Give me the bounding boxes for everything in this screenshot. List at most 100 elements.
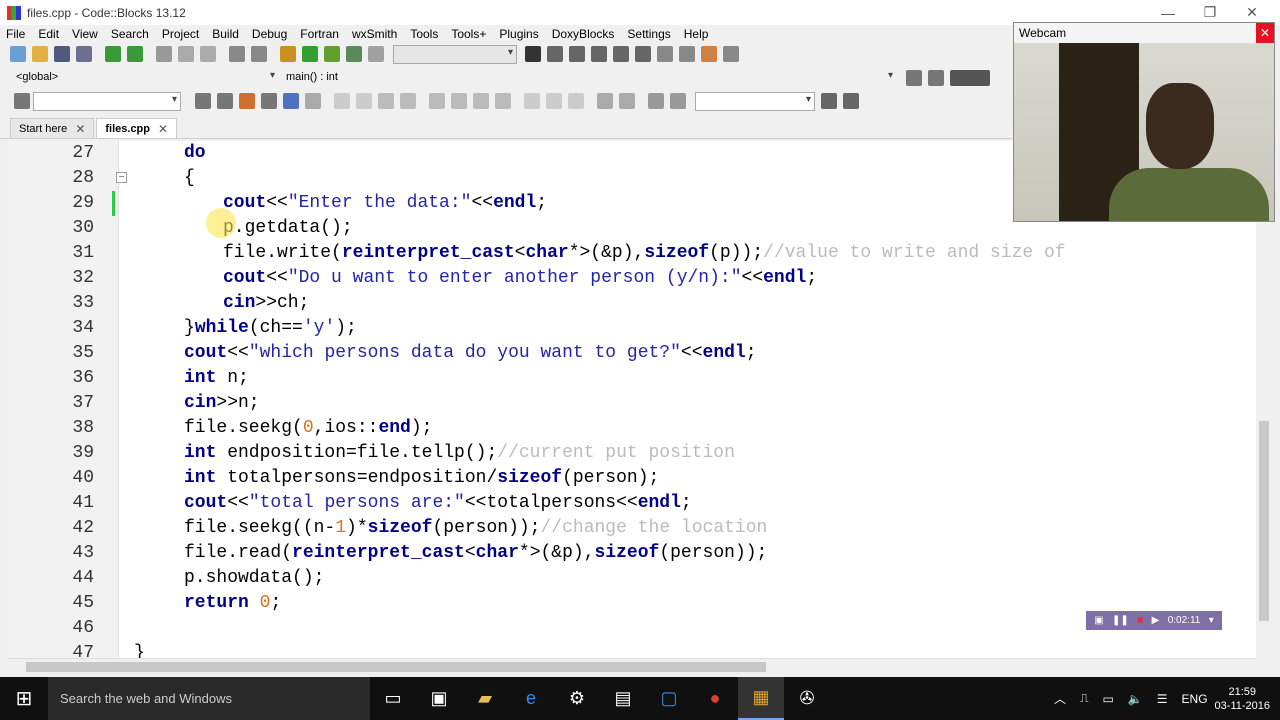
- quick-search-input[interactable]: [33, 91, 181, 111]
- code-line[interactable]: 45 return 0;: [8, 591, 1272, 616]
- recorder-icon[interactable]: ▣: [1094, 615, 1103, 626]
- symbol-search-input[interactable]: [695, 91, 815, 111]
- fold-toggle-icon[interactable]: −: [116, 172, 127, 183]
- stop-icon[interactable]: ■: [1137, 615, 1143, 626]
- edge-icon[interactable]: e: [508, 677, 554, 720]
- align-left-icon[interactable]: [429, 93, 445, 109]
- menu-debug[interactable]: Debug: [252, 27, 287, 41]
- app-icon[interactable]: ⚙: [554, 677, 600, 720]
- text-icon[interactable]: [283, 93, 299, 109]
- tab-close-icon[interactable]: ✕: [158, 122, 168, 136]
- horizontal-scroll-thumb[interactable]: [26, 662, 766, 672]
- code-line[interactable]: 44 p.showdata();: [8, 566, 1272, 591]
- save-icon[interactable]: [54, 46, 70, 62]
- code-line[interactable]: 37 cin>>n;: [8, 391, 1272, 416]
- code-line[interactable]: 33 cin>>ch;: [8, 291, 1272, 316]
- code-line[interactable]: 35 cout<<"which persons data do you want …: [8, 341, 1272, 366]
- forward-icon[interactable]: [217, 93, 233, 109]
- tab-files-cpp[interactable]: files.cpp ✕: [96, 118, 178, 138]
- code-line[interactable]: 34}while(ch=='y');: [8, 316, 1272, 341]
- redo-icon[interactable]: [127, 46, 143, 62]
- code-line[interactable]: 39 int endposition=file.tellp();//current…: [8, 441, 1272, 466]
- play-icon[interactable]: ▶: [1152, 615, 1160, 626]
- build-and-run-icon[interactable]: [324, 46, 340, 62]
- save-all-icon[interactable]: [76, 46, 92, 62]
- vertical-scroll-thumb[interactable]: [1259, 421, 1269, 621]
- app-window-icon[interactable]: ▢: [646, 677, 692, 720]
- new-file-icon[interactable]: [10, 46, 26, 62]
- cmd-icon[interactable]: ▣: [416, 677, 462, 720]
- replace-icon[interactable]: [251, 46, 267, 62]
- store-icon[interactable]: ▤: [600, 677, 646, 720]
- doxygen-comment-icon[interactable]: [950, 70, 990, 86]
- run-to-cursor-icon[interactable]: [547, 46, 563, 62]
- debug-run-icon[interactable]: [525, 46, 541, 62]
- copy-icon[interactable]: [178, 46, 194, 62]
- show-hidden-icons[interactable]: ︿: [1054, 690, 1066, 707]
- menu-doxyblocks[interactable]: DoxyBlocks: [552, 27, 615, 41]
- menu-wxsmith[interactable]: wxSmith: [352, 27, 397, 41]
- shape-b-icon[interactable]: [546, 93, 562, 109]
- network-icon[interactable]: ⎍: [1080, 691, 1088, 706]
- pointer-icon[interactable]: [334, 93, 350, 109]
- next-line-icon[interactable]: [569, 46, 585, 62]
- abort-icon[interactable]: [368, 46, 384, 62]
- debug-info-icon[interactable]: [723, 46, 739, 62]
- zoom-in-icon[interactable]: [597, 93, 613, 109]
- menu-search[interactable]: Search: [111, 27, 149, 41]
- zoom-out-icon[interactable]: [619, 93, 635, 109]
- horizontal-scrollbar[interactable]: [8, 658, 1256, 674]
- tab-close-icon[interactable]: ✕: [75, 122, 85, 136]
- language-indicator[interactable]: ENG: [1182, 692, 1208, 706]
- menu-help[interactable]: Help: [684, 27, 709, 41]
- code-line[interactable]: 46: [8, 616, 1272, 641]
- clock[interactable]: 21:59 03-11-2016: [1215, 685, 1270, 713]
- menu-view[interactable]: View: [72, 27, 98, 41]
- code-line[interactable]: 42 file.seekg((n-1)*sizeof(person));//cha…: [8, 516, 1272, 541]
- tab-start-here[interactable]: Start here ✕: [10, 118, 95, 138]
- recorder-menu-icon[interactable]: ▾: [1209, 615, 1214, 626]
- menu-plugins[interactable]: Plugins: [499, 27, 538, 41]
- paste-icon[interactable]: [200, 46, 216, 62]
- align-right-icon[interactable]: [473, 93, 489, 109]
- menu-file[interactable]: File: [6, 27, 25, 41]
- rebuild-icon[interactable]: [346, 46, 362, 62]
- regex-icon[interactable]: [305, 93, 321, 109]
- stop-debug-icon[interactable]: [679, 46, 695, 62]
- code-line[interactable]: 36 int n;: [8, 366, 1272, 391]
- volume-icon[interactable]: 🔈: [1128, 692, 1143, 706]
- menu-tools[interactable]: Tools: [410, 27, 438, 41]
- open-file-icon[interactable]: [32, 46, 48, 62]
- back-icon[interactable]: [195, 93, 211, 109]
- taskbar-search-box[interactable]: Search the web and Windows: [48, 677, 370, 720]
- search-icon[interactable]: [821, 93, 837, 109]
- jump-next-icon[interactable]: [928, 70, 944, 86]
- shape-edit-icon[interactable]: [400, 93, 416, 109]
- jump-icon[interactable]: [906, 70, 922, 86]
- shape-rect-icon[interactable]: [356, 93, 372, 109]
- code-line[interactable]: 47}: [8, 641, 1272, 658]
- menu-edit[interactable]: Edit: [38, 27, 59, 41]
- menu-tools-plus[interactable]: Tools+: [451, 27, 486, 41]
- shape-image-icon[interactable]: [378, 93, 394, 109]
- menu-build[interactable]: Build: [212, 27, 239, 41]
- undo-icon[interactable]: [105, 46, 121, 62]
- code-line[interactable]: 32 cout<<"Do u want to enter another pers…: [8, 266, 1272, 291]
- step-into-icon[interactable]: [591, 46, 607, 62]
- chrome-icon[interactable]: ●: [692, 677, 738, 720]
- menu-settings[interactable]: Settings: [627, 27, 670, 41]
- c-icon[interactable]: [670, 93, 686, 109]
- pause-debug-icon[interactable]: [657, 46, 673, 62]
- settings-icon[interactable]: [843, 93, 859, 109]
- pause-icon[interactable]: ❚❚: [1112, 615, 1129, 626]
- build-target-select[interactable]: [393, 44, 517, 64]
- build-icon[interactable]: [280, 46, 296, 62]
- code-line[interactable]: 31 file.write(reinterpret_cast<char*>(&p)…: [8, 241, 1272, 266]
- cut-icon[interactable]: [156, 46, 172, 62]
- battery-icon[interactable]: ▭: [1102, 692, 1113, 706]
- code-line[interactable]: 38 file.seekg(0,ios::end);: [8, 416, 1272, 441]
- clear-icon[interactable]: [14, 93, 30, 109]
- notifications-icon[interactable]: ☰: [1157, 692, 1168, 706]
- s-icon[interactable]: [648, 93, 664, 109]
- webcam-close-button[interactable]: ✕: [1256, 23, 1274, 43]
